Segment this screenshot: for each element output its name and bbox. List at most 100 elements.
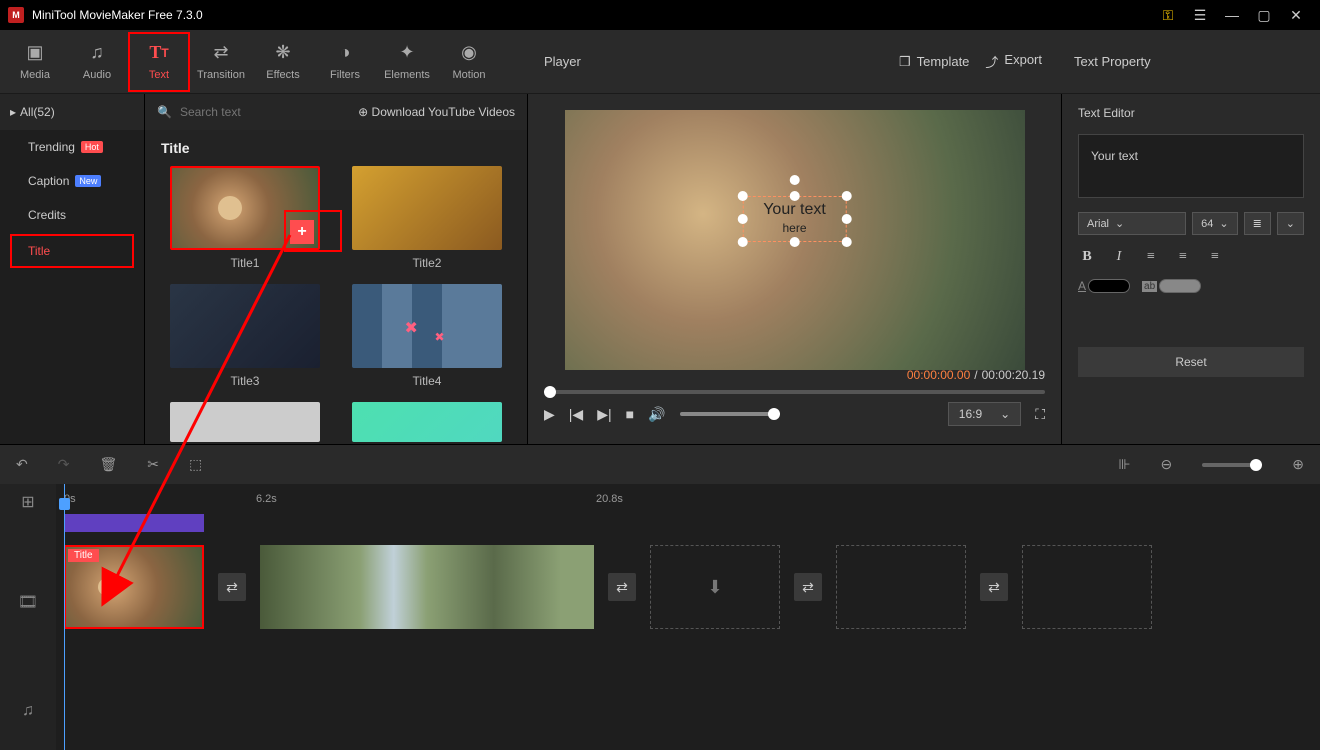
play-button[interactable]: ▶ (544, 406, 555, 423)
main-toolbar: ▣Media ♫Audio TTText ⇄Transition ❋Effect… (0, 30, 1320, 94)
category-sidebar: ▸ All(52) TrendingHot CaptionNew Credits… (0, 94, 145, 444)
text-content-input[interactable]: Your text (1078, 134, 1304, 198)
playhead[interactable] (64, 484, 65, 750)
chevron-down-icon: ⌄ (1286, 217, 1295, 230)
time-ruler[interactable]: 0s 6.2s 20.8s (56, 484, 1320, 514)
category-caption[interactable]: CaptionNew (0, 164, 144, 198)
template-title4[interactable]: ✖✖Title4 (343, 284, 511, 388)
delete-button[interactable]: 🗑 (99, 456, 117, 473)
fullscreen-button[interactable]: ⛶ (1035, 406, 1045, 423)
chevron-down-icon: ⌄ (1115, 217, 1124, 230)
stop-button[interactable]: ■ (626, 406, 634, 422)
reset-button[interactable]: Reset (1078, 347, 1304, 377)
empty-clip-slot[interactable] (836, 545, 966, 629)
key-icon[interactable]: ⚿ (1152, 0, 1184, 30)
audio-track-icon: ♫ (22, 702, 34, 720)
redo-button[interactable]: ↷ (58, 456, 70, 473)
add-track-button[interactable]: ⊞ (21, 492, 34, 512)
template-button[interactable]: ❒Template (899, 54, 969, 70)
zoom-in-button[interactable]: ⊕ (1292, 456, 1304, 473)
new-badge: New (75, 175, 101, 187)
filters-icon: ◑ (335, 43, 355, 63)
motion-icon: ◉ (459, 43, 479, 63)
split-button[interactable]: ✂ (147, 456, 159, 473)
search-input[interactable] (180, 105, 350, 119)
template-title6[interactable] (343, 402, 511, 442)
template-title3[interactable]: Title3 (161, 284, 329, 388)
transition-slot-4[interactable]: ⇄ (980, 573, 1008, 601)
titlebar: M MiniTool MovieMaker Free 7.3.0 ⚿ ☰ — ▢… (0, 0, 1320, 30)
bold-button[interactable]: B (1078, 249, 1096, 265)
volume-icon[interactable]: 🔊 (648, 406, 665, 423)
export-button[interactable]: ⤴Export (985, 52, 1042, 71)
chevron-down-icon: ⌄ (1219, 217, 1228, 230)
transition-slot-3[interactable]: ⇄ (794, 573, 822, 601)
italic-button[interactable]: I (1110, 249, 1128, 265)
align-center-button[interactable]: ≡ (1174, 249, 1192, 265)
template-title2[interactable]: Title2 (343, 166, 511, 270)
timeline-toolbar: ↶ ↷ 🗑 ✂ ⬚ ⊪ ⊖ ⊕ (0, 444, 1320, 484)
template-title5[interactable] (161, 402, 329, 442)
line-spacing-button[interactable]: ≣ (1244, 212, 1271, 235)
volume-slider[interactable] (680, 412, 780, 416)
timeline-clip-video[interactable] (260, 545, 594, 629)
crop-button[interactable]: ⬚ (189, 456, 202, 473)
preview-canvas[interactable]: Your texthere (565, 110, 1025, 370)
timeline-clip-title[interactable]: Title (64, 545, 204, 629)
prev-frame-button[interactable]: |◀ (569, 406, 583, 423)
transition-slot-2[interactable]: ⇄ (608, 573, 636, 601)
upload-icon: ⤴ (985, 52, 998, 71)
transition-tab[interactable]: ⇄Transition (190, 32, 252, 92)
text-tab[interactable]: TTText (128, 32, 190, 92)
align-left-button[interactable]: ≡ (1142, 249, 1160, 265)
text-overlay[interactable]: Your texthere (742, 196, 847, 242)
download-videos-link[interactable]: ⊕ Download YouTube Videos (358, 105, 515, 119)
elements-tab[interactable]: ✦Elements (376, 32, 438, 92)
next-frame-button[interactable]: ▶| (597, 406, 611, 423)
aspect-ratio-select[interactable]: 16:9⌄ (948, 402, 1021, 426)
music-icon: ♫ (87, 43, 107, 63)
time-current: 00:00:00.00 (907, 368, 970, 382)
category-title[interactable]: Title (10, 234, 134, 268)
properties-panel: Text Editor Your text Arial⌄ 64⌄ ≣ ⌄ B I… (1062, 94, 1320, 444)
template-title1[interactable]: + Title1 (161, 166, 329, 270)
highlight-color-button[interactable]: ab (1142, 279, 1201, 293)
undo-button[interactable]: ↶ (16, 456, 28, 473)
more-options-button[interactable]: ⌄ (1277, 212, 1304, 235)
font-size-select[interactable]: 64⌄ (1192, 212, 1237, 235)
maximize-button[interactable]: ▢ (1248, 0, 1280, 30)
empty-clip-slot[interactable] (1022, 545, 1152, 629)
search-icon: 🔍 (157, 105, 172, 119)
audio-tab[interactable]: ♫Audio (66, 32, 128, 92)
layers-icon: ❒ (899, 54, 911, 70)
minimize-button[interactable]: — (1216, 0, 1248, 30)
effects-icon: ❋ (273, 43, 293, 63)
timeline: ⊞ 🎞 ♫ 0s 6.2s 20.8s Title ⇄ ⇄ ⬇ ⇄ ⇄ (0, 484, 1320, 750)
motion-tab[interactable]: ◉Motion (438, 32, 500, 92)
hot-badge: Hot (81, 141, 103, 153)
text-icon: TT (149, 43, 169, 63)
effects-tab[interactable]: ❋Effects (252, 32, 314, 92)
font-family-select[interactable]: Arial⌄ (1078, 212, 1186, 235)
text-editor-label: Text Editor (1078, 106, 1304, 120)
app-logo-icon: M (8, 7, 24, 23)
template-gallery: 🔍 ⊕ Download YouTube Videos Title + Titl… (145, 94, 527, 444)
category-all[interactable]: ▸ All(52) (0, 94, 144, 130)
chevron-down-icon: ⌄ (1000, 407, 1010, 421)
text-track-clip[interactable] (64, 514, 204, 532)
menu-icon[interactable]: ☰ (1184, 0, 1216, 30)
category-credits[interactable]: Credits (0, 198, 144, 232)
empty-clip-slot[interactable]: ⬇ (650, 545, 780, 629)
player-label: Player (544, 54, 581, 69)
seek-slider[interactable] (544, 390, 1045, 394)
transition-slot-1[interactable]: ⇄ (218, 573, 246, 601)
category-trending[interactable]: TrendingHot (0, 130, 144, 164)
zoom-slider[interactable] (1202, 463, 1262, 467)
media-tab[interactable]: ▣Media (4, 32, 66, 92)
text-color-button[interactable]: A (1078, 279, 1130, 293)
zoom-out-button[interactable]: ⊖ (1161, 456, 1173, 473)
auto-fit-button[interactable]: ⊪ (1118, 456, 1130, 473)
align-right-button[interactable]: ≡ (1206, 249, 1224, 265)
filters-tab[interactable]: ◑Filters (314, 32, 376, 92)
close-button[interactable]: ✕ (1280, 0, 1312, 30)
